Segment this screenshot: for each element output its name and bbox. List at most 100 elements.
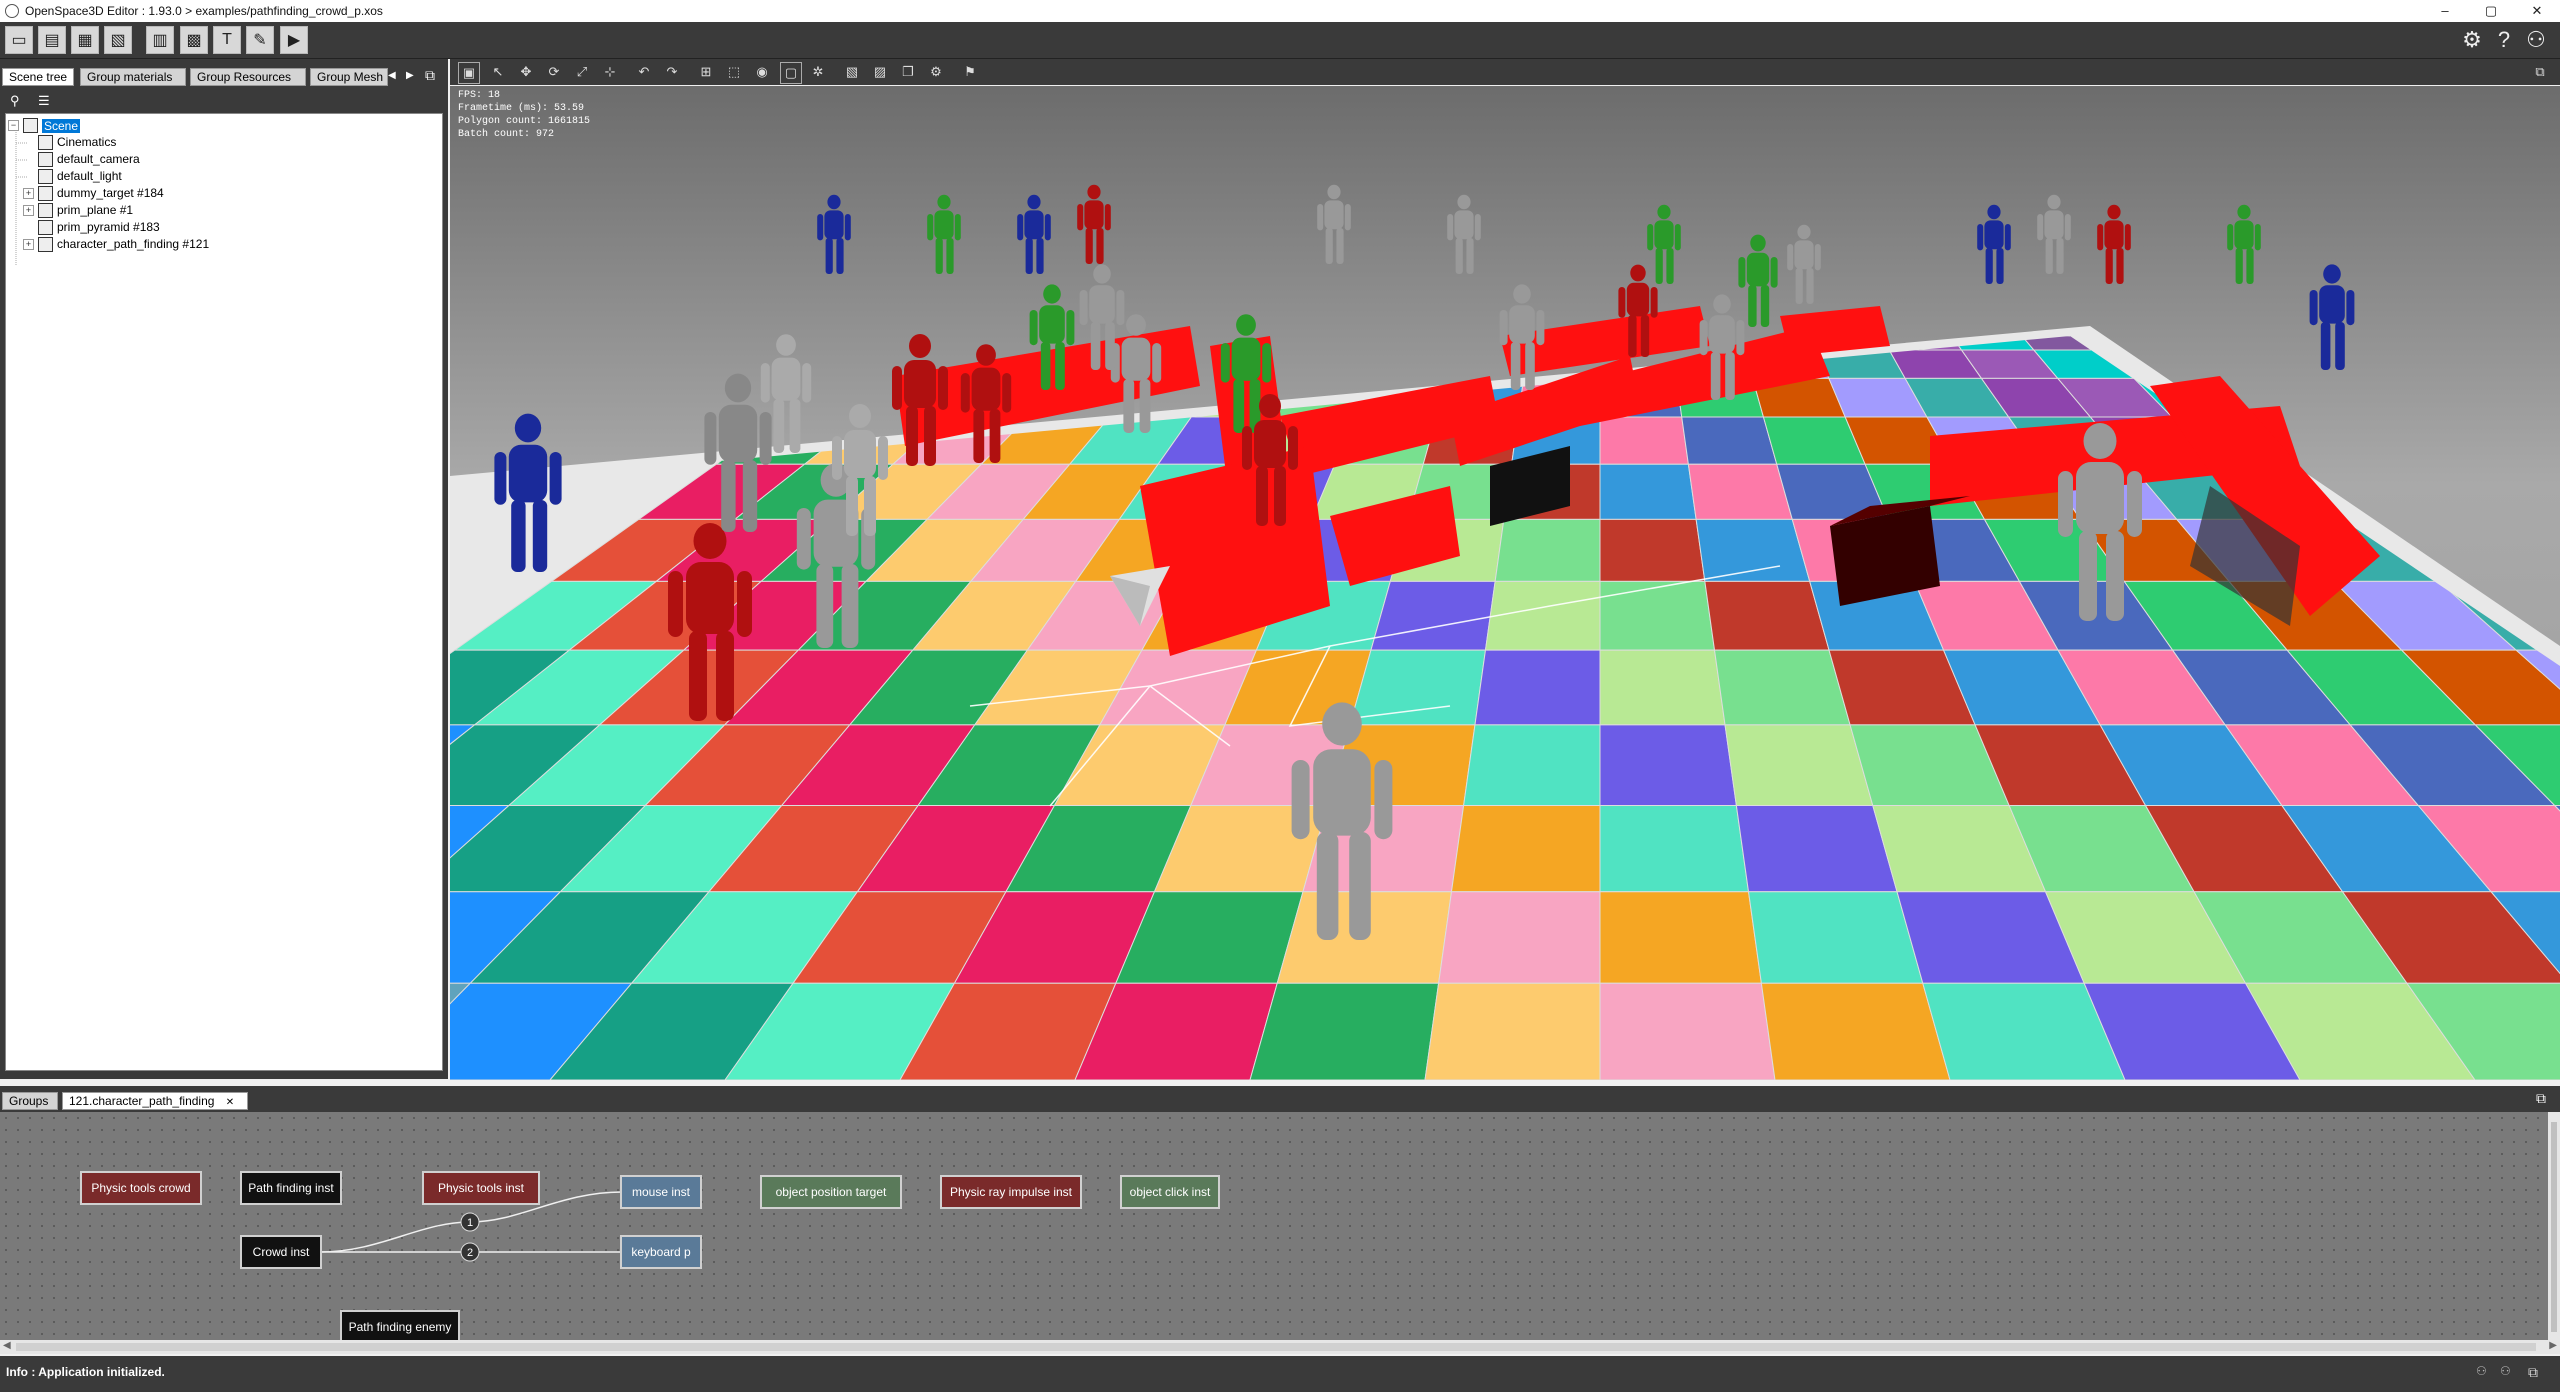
link-1-badge: 1	[460, 1212, 480, 1232]
render-stats: FPS: 18 Frametime (ms): 53.59 Polygon co…	[458, 89, 590, 141]
mesh-node-icon	[38, 202, 53, 218]
node-object-position-target[interactable]: object position target	[760, 1175, 902, 1209]
list-view-icon[interactable]: ☰	[38, 93, 50, 109]
fps-readout: FPS: 18	[458, 90, 501, 101]
app-icon	[5, 4, 19, 18]
network-status-icon: ⚇	[2476, 1364, 2487, 1378]
undo-icon[interactable]: ↶	[634, 62, 654, 82]
tree-item[interactable]: prim_pyramid #183	[23, 219, 160, 236]
scale-tool-icon[interactable]: ⤢	[572, 62, 592, 82]
tools-icon[interactable]: ✎	[246, 26, 274, 54]
view-box-icon[interactable]: ⬚	[724, 62, 744, 82]
link-2-label: 2	[467, 1247, 473, 1259]
node-physic-tools-crowd[interactable]: Physic tools crowd	[80, 1171, 202, 1205]
frametime-readout: Frametime (ms): 53.59	[458, 103, 585, 114]
tree-item-label: default_light	[57, 169, 122, 184]
minimize-button[interactable]: –	[2422, 3, 2468, 19]
undock-status-icon[interactable]: ⧉	[2528, 1364, 2538, 1381]
undock-panel-icon[interactable]: ⧉	[425, 67, 435, 84]
tree-item-label: character_path_finding #121	[57, 237, 210, 252]
add-group-icon[interactable]: ▨	[870, 62, 890, 82]
group-node-icon	[38, 236, 53, 252]
camera-mode-icon[interactable]: ▣	[458, 62, 480, 84]
scene-node-icon	[23, 118, 38, 133]
window-title: OpenSpace3D Editor : 1.93.0 > examples/p…	[25, 4, 383, 18]
node-physic-ray-impulse-inst[interactable]: Physic ray impulse inst	[940, 1175, 1082, 1209]
tree-item[interactable]: default_light	[23, 168, 122, 185]
new-scene-icon[interactable]: ▭	[5, 26, 33, 54]
status-bar: Info : Application initialized. ⚇ ⚇ ⧉	[0, 1356, 2560, 1392]
node-path-finding-inst[interactable]: Path finding inst	[240, 1171, 342, 1205]
tree-item-label: default_camera	[57, 152, 140, 167]
user-icon[interactable]: ⚇	[2522, 26, 2550, 54]
node-crowd-inst[interactable]: Crowd inst	[240, 1235, 322, 1269]
scene-render	[450, 184, 2560, 1080]
rotate-tool-icon[interactable]: ⟳	[544, 62, 564, 82]
graph-tabs-bar: Groups 121.character_path_finding ✕ ⧉	[0, 1086, 2560, 1112]
node-path-finding-enemy[interactable]: Path finding enemy	[340, 1310, 460, 1340]
run-icon[interactable]: ▶	[280, 26, 308, 54]
physics-icon[interactable]: ⚙	[926, 62, 946, 82]
import-icon[interactable]: ▥	[146, 26, 174, 54]
title-bar: OpenSpace3D Editor : 1.93.0 > examples/p…	[0, 0, 2560, 22]
tree-item[interactable]: − Scene	[8, 117, 81, 134]
node-object-click-inst[interactable]: object click inst	[1120, 1175, 1220, 1209]
dummy-node-icon	[38, 185, 53, 201]
save-as-icon[interactable]: ▧	[104, 26, 132, 54]
settings-icon[interactable]: ⚙	[2458, 26, 2486, 54]
close-button[interactable]: ✕	[2514, 3, 2560, 19]
node-mouse-inst[interactable]: mouse inst	[620, 1175, 702, 1209]
tree-item[interactable]: + dummy_target #184	[23, 185, 164, 202]
resources-icon[interactable]: ▩	[180, 26, 208, 54]
node-graph[interactable]: 1 2 Physic tools crowd Path finding inst…	[0, 1112, 2548, 1340]
tab-groups[interactable]: Groups	[2, 1092, 58, 1110]
tree-item[interactable]: + character_path_finding #121	[23, 236, 209, 253]
move-tool-icon[interactable]: ✥	[516, 62, 536, 82]
tab-group-mesh[interactable]: Group Mesh	[310, 68, 388, 86]
snap-tool-icon[interactable]: ⊹	[600, 62, 620, 82]
view-lights-icon[interactable]: ✲	[808, 62, 828, 82]
tree-item[interactable]: default_camera	[23, 151, 140, 168]
debug-icon[interactable]: ⚑	[960, 62, 980, 82]
node-keyboard-p[interactable]: keyboard p	[620, 1235, 702, 1269]
expander-icon[interactable]: +	[23, 187, 34, 199]
batch-count-readout: Batch count: 972	[458, 129, 555, 140]
tab-scroll-right-icon[interactable]: ▶	[406, 70, 414, 81]
view-frame-icon[interactable]: ▢	[780, 62, 802, 84]
view-sphere-icon[interactable]: ◉	[752, 62, 772, 82]
main-toolbar: ▭ ▤ ▦ ▧ ▥ ▩ T ✎ ▶ ⚙ ? ⚇	[0, 22, 2560, 59]
3d-viewport[interactable]: FPS: 18 Frametime (ms): 53.59 Polygon co…	[450, 86, 2560, 1080]
scene-tree[interactable]: − Scene Cinematics default_camera default_li…	[5, 113, 443, 1071]
tab-character-path-finding[interactable]: 121.character_path_finding ✕	[62, 1092, 248, 1110]
copy-icon[interactable]: ❐	[898, 62, 918, 82]
graph-horizontal-scrollbar[interactable]: ◀ ▶	[0, 1340, 2560, 1354]
text-icon[interactable]: T	[213, 26, 241, 54]
close-tab-icon[interactable]: ✕	[226, 1097, 234, 1108]
graph-vertical-scrollbar[interactable]	[2548, 1112, 2560, 1340]
undock-viewport-icon[interactable]: ⧉	[2530, 62, 2550, 82]
expander-icon[interactable]: +	[23, 204, 34, 216]
search-icon[interactable]: ⚲	[10, 93, 20, 109]
expander-icon[interactable]: −	[8, 120, 19, 131]
tab-scroll-left-icon[interactable]: ◀	[388, 70, 396, 81]
redo-icon[interactable]: ↷	[662, 62, 682, 82]
tab-group-materials[interactable]: Group materials	[80, 68, 186, 86]
open-icon[interactable]: ▤	[38, 26, 66, 54]
maximize-button[interactable]: ▢	[2468, 3, 2514, 19]
help-icon[interactable]: ?	[2490, 26, 2518, 54]
tree-item-label: prim_plane #1	[57, 203, 134, 218]
tree-item[interactable]: + prim_plane #1	[23, 202, 133, 219]
viewport-toolbar: ▣ ↖ ✥ ⟳ ⤢ ⊹ ↶ ↷ ⊞ ⬚ ◉ ▢ ✲ ▧ ▨ ❐ ⚙ ⚑ ⧉	[450, 59, 2560, 85]
tree-item[interactable]: Cinematics	[23, 134, 116, 151]
tab-group-resources[interactable]: Group Resources	[190, 68, 306, 86]
node-physic-tools-inst[interactable]: Physic tools inst	[422, 1171, 540, 1205]
add-object-icon[interactable]: ▧	[842, 62, 862, 82]
select-tool-icon[interactable]: ↖	[488, 62, 508, 82]
status-message: Info : Application initialized.	[6, 1365, 165, 1379]
view-grid-icon[interactable]: ⊞	[696, 62, 716, 82]
tab-scene-tree[interactable]: Scene tree	[2, 68, 74, 86]
save-icon[interactable]: ▦	[71, 26, 99, 54]
expander-icon[interactable]: +	[23, 238, 34, 250]
link-2-badge: 2	[460, 1242, 480, 1262]
undock-graph-icon[interactable]: ⧉	[2536, 1090, 2546, 1107]
